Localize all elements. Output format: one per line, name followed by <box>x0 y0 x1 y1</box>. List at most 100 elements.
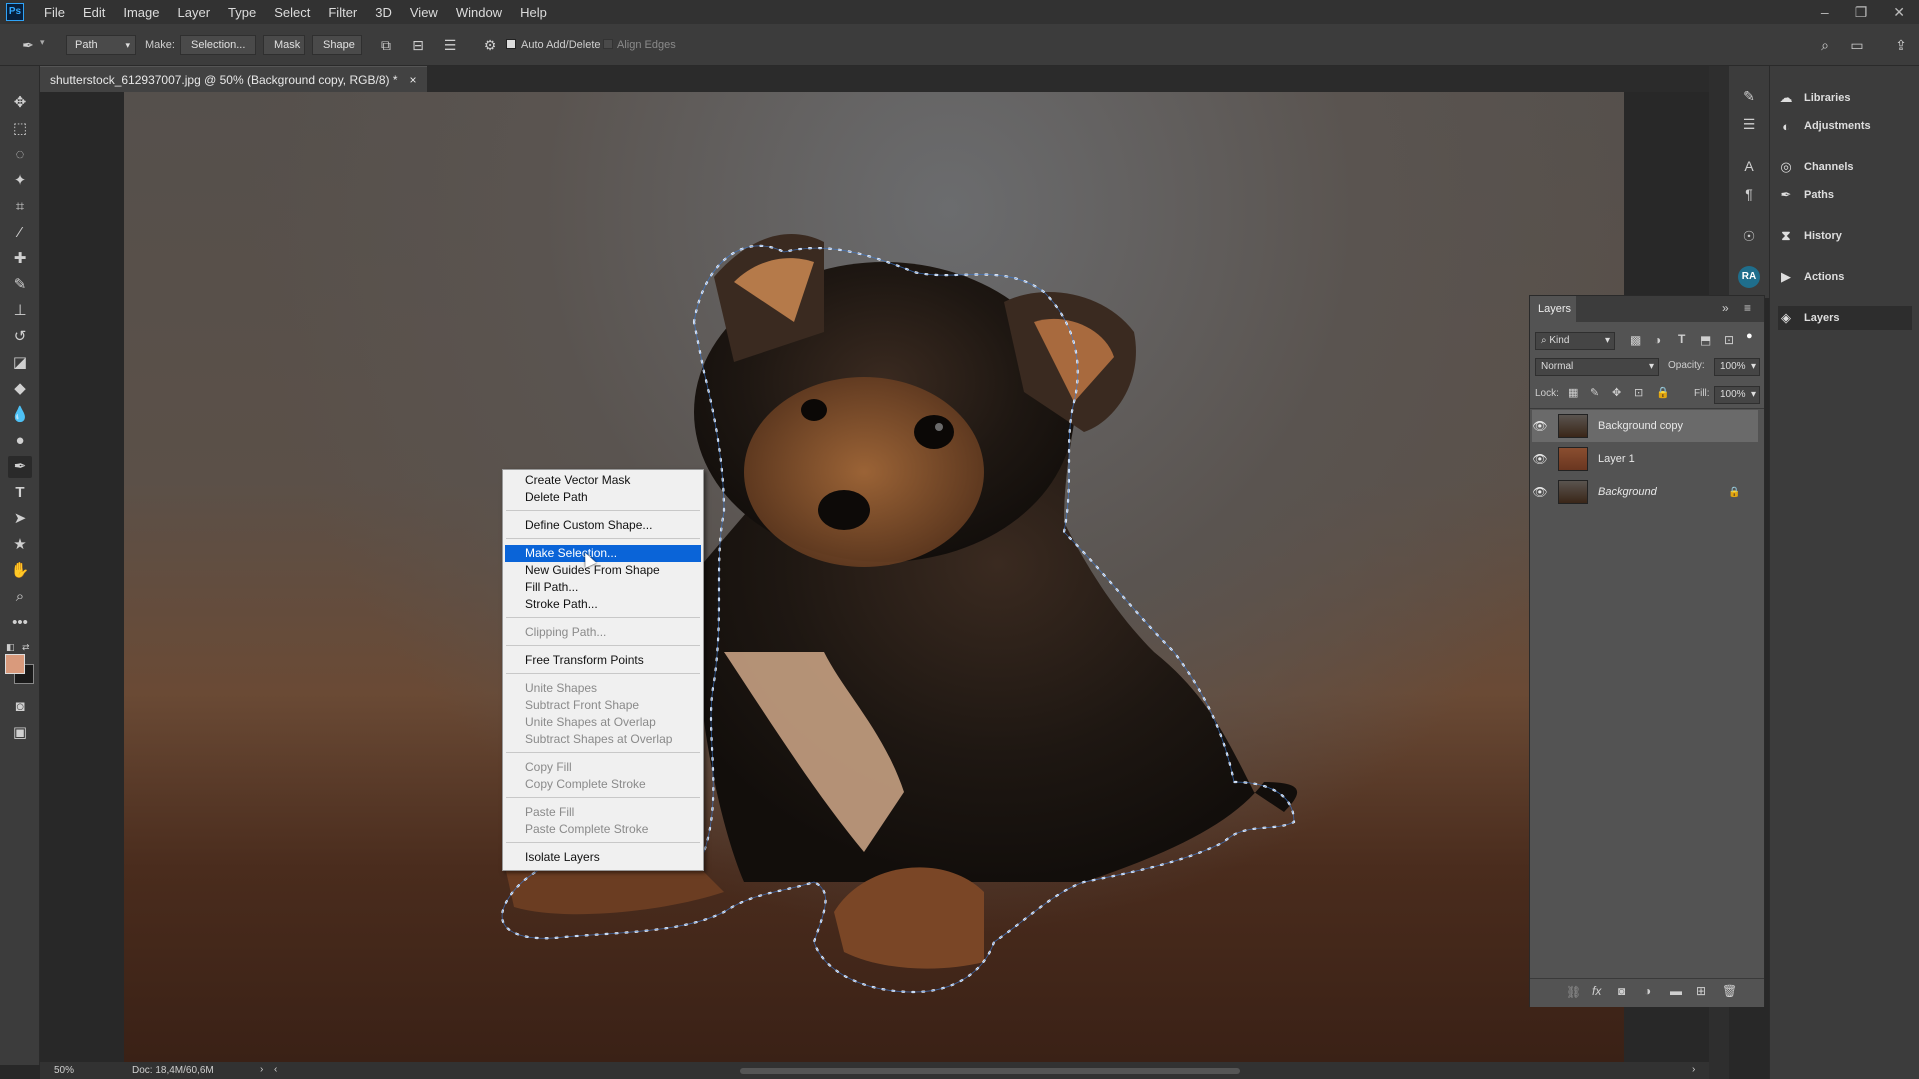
new-group-icon[interactable]: ▬ <box>1670 984 1682 998</box>
chevron-down-icon[interactable]: ▾ <box>40 37 45 48</box>
healing-brush-tool-icon[interactable]: ✚ <box>8 248 32 270</box>
eye-icon[interactable]: 👁 <box>1532 452 1548 466</box>
eyedropper-tool-icon[interactable]: ⁄ <box>8 222 32 244</box>
make-selection-button[interactable]: Selection... <box>180 35 256 55</box>
path-selection-tool-icon[interactable]: ➤ <box>8 508 32 530</box>
pen-tool-icon[interactable]: ✒ <box>8 456 32 478</box>
magic-wand-tool-icon[interactable]: ✦ <box>8 170 32 192</box>
zoom-tool-icon[interactable]: ⌕ <box>8 586 32 608</box>
paragraph-icon[interactable]: ¶ <box>1739 184 1759 204</box>
restore-icon[interactable]: ❐ <box>1855 4 1868 21</box>
crop-tool-icon[interactable]: ⌗ <box>8 196 32 218</box>
eye-icon[interactable]: 👁 <box>1532 485 1548 499</box>
lock-all-icon[interactable]: 🔒 <box>1656 386 1670 399</box>
quick-mask-icon[interactable]: ◙ <box>8 696 32 718</box>
path-alignment-icon[interactable]: ⊟ <box>408 35 428 55</box>
menu-item-define-custom-shape[interactable]: Define Custom Shape... <box>505 517 701 534</box>
opacity-input[interactable]: 100% ▾ <box>1714 358 1760 376</box>
marquee-tool-icon[interactable]: ⬚ <box>8 118 32 140</box>
panel-history[interactable]: ⧗ History <box>1778 224 1912 248</box>
history-brush-tool-icon[interactable]: ↺ <box>8 326 32 348</box>
menu-item-delete-path[interactable]: Delete Path <box>505 489 701 506</box>
make-mask-button[interactable]: Mask <box>263 35 305 55</box>
foreground-color-swatch[interactable] <box>5 654 25 674</box>
adjustment-layer-icon[interactable]: ◑ <box>1644 984 1651 998</box>
add-mask-icon[interactable]: ◙ <box>1618 984 1625 998</box>
lasso-tool-icon[interactable]: ◌ <box>8 144 32 166</box>
brush-settings-icon[interactable]: ✎ <box>1739 86 1759 106</box>
workspace-icon[interactable]: ▭ <box>1847 35 1867 55</box>
clone-stamp-tool-icon[interactable]: ⊥ <box>8 300 32 322</box>
search-icon[interactable]: ⌕ <box>1815 35 1835 55</box>
align-edges-checkbox[interactable] <box>603 39 613 49</box>
layers-tab[interactable]: Layers <box>1538 303 1571 315</box>
horizontal-scrollbar[interactable] <box>740 1068 1240 1074</box>
brush-tool-icon[interactable]: ✎ <box>8 274 32 296</box>
gear-icon[interactable]: ⚙ <box>480 35 500 55</box>
panel-channels[interactable]: ◎ Channels <box>1778 155 1912 179</box>
menu-view[interactable]: View <box>410 5 438 20</box>
panel-paths[interactable]: ✒ Paths <box>1778 183 1912 207</box>
lock-transparent-icon[interactable]: ▦ <box>1568 386 1578 399</box>
layer-filter-select[interactable]: ⌕ Kind ▾ <box>1535 332 1615 350</box>
zoom-level[interactable]: 50% <box>54 1065 74 1076</box>
pen-tool-icon[interactable]: ✒ <box>18 35 38 55</box>
panel-libraries[interactable]: ☁ Libraries <box>1778 86 1912 110</box>
eraser-tool-icon[interactable]: ◪ <box>8 352 32 374</box>
menu-image[interactable]: Image <box>123 5 159 20</box>
path-arrangement-icon[interactable]: ☰ <box>440 35 460 55</box>
default-colors-icon[interactable]: ◧ <box>6 642 15 653</box>
trash-icon[interactable]: 🗑 <box>1722 984 1737 998</box>
layer-row-background-copy[interactable]: 👁 Background copy <box>1532 410 1758 442</box>
menu-item-new-guides-from-shape[interactable]: New Guides From Shape <box>505 562 701 579</box>
panel-menu-icon[interactable]: ≡ <box>1744 301 1751 315</box>
share-icon[interactable]: ⇪ <box>1891 35 1911 55</box>
minimize-icon[interactable]: – <box>1821 4 1829 20</box>
menu-item-create-vector-mask[interactable]: Create Vector Mask <box>505 472 701 489</box>
filter-smart-object-icon[interactable]: ⊡ <box>1724 333 1734 347</box>
learn-icon[interactable]: ☉ <box>1739 226 1759 246</box>
panel-adjustments[interactable]: ◐ Adjustments <box>1778 114 1912 138</box>
menu-select[interactable]: Select <box>274 5 310 20</box>
menu-file[interactable]: File <box>44 5 65 20</box>
lock-artboard-icon[interactable]: ⊡ <box>1634 386 1643 399</box>
fill-input[interactable]: 100% ▾ <box>1714 386 1760 404</box>
make-shape-button[interactable]: Shape <box>312 35 362 55</box>
fx-icon[interactable]: fx <box>1592 984 1601 998</box>
document-image[interactable] <box>124 92 1624 1062</box>
scroll-right-icon[interactable]: › <box>1692 1064 1695 1075</box>
filter-shape-icon[interactable]: ⬒ <box>1700 333 1711 347</box>
menu-layer[interactable]: Layer <box>178 5 211 20</box>
menu-window[interactable]: Window <box>456 5 502 20</box>
filter-toggle-icon[interactable]: ● <box>1746 330 1753 342</box>
filter-type-icon[interactable]: T <box>1678 332 1685 346</box>
menu-help[interactable]: Help <box>520 5 547 20</box>
menu-item-free-transform-points[interactable]: Free Transform Points <box>505 652 701 669</box>
more-tools-icon[interactable]: ••• <box>8 612 32 634</box>
shape-tool-icon[interactable]: ★ <box>8 534 32 556</box>
collapse-icon[interactable]: » <box>1722 301 1729 315</box>
avatar[interactable]: RA <box>1738 266 1760 288</box>
menu-type[interactable]: Type <box>228 5 256 20</box>
layer-row-layer-1[interactable]: 👁 Layer 1 <box>1532 443 1758 475</box>
new-layer-icon[interactable]: ⊞ <box>1696 984 1706 998</box>
menu-filter[interactable]: Filter <box>328 5 357 20</box>
blend-mode-select[interactable]: Normal ▾ <box>1535 358 1659 376</box>
blur-tool-icon[interactable]: 💧 <box>8 404 32 426</box>
hand-tool-icon[interactable]: ✋ <box>8 560 32 582</box>
eye-icon[interactable]: 👁 <box>1532 419 1548 433</box>
swap-colors-icon[interactable]: ⇄ <box>22 642 30 653</box>
lock-position-icon[interactable]: ✥ <box>1612 386 1621 399</box>
screen-mode-icon[interactable]: ▣ <box>8 722 32 744</box>
path-operations-icon[interactable]: ⧉ <box>376 35 396 55</box>
lock-image-icon[interactable]: ✎ <box>1590 386 1599 399</box>
panel-actions[interactable]: ▶ Actions <box>1778 265 1912 289</box>
menu-edit[interactable]: Edit <box>83 5 105 20</box>
chevron-right-icon[interactable]: › <box>260 1064 263 1075</box>
close-icon[interactable]: ✕ <box>1893 4 1905 21</box>
tool-mode-select[interactable]: Path ▾ <box>66 35 136 55</box>
auto-add-delete-checkbox[interactable] <box>506 39 516 49</box>
menu-item-stroke-path[interactable]: Stroke Path... <box>505 596 701 613</box>
paint-bucket-tool-icon[interactable]: ◆ <box>8 378 32 400</box>
panel-layers[interactable]: ◈ Layers <box>1778 306 1912 330</box>
